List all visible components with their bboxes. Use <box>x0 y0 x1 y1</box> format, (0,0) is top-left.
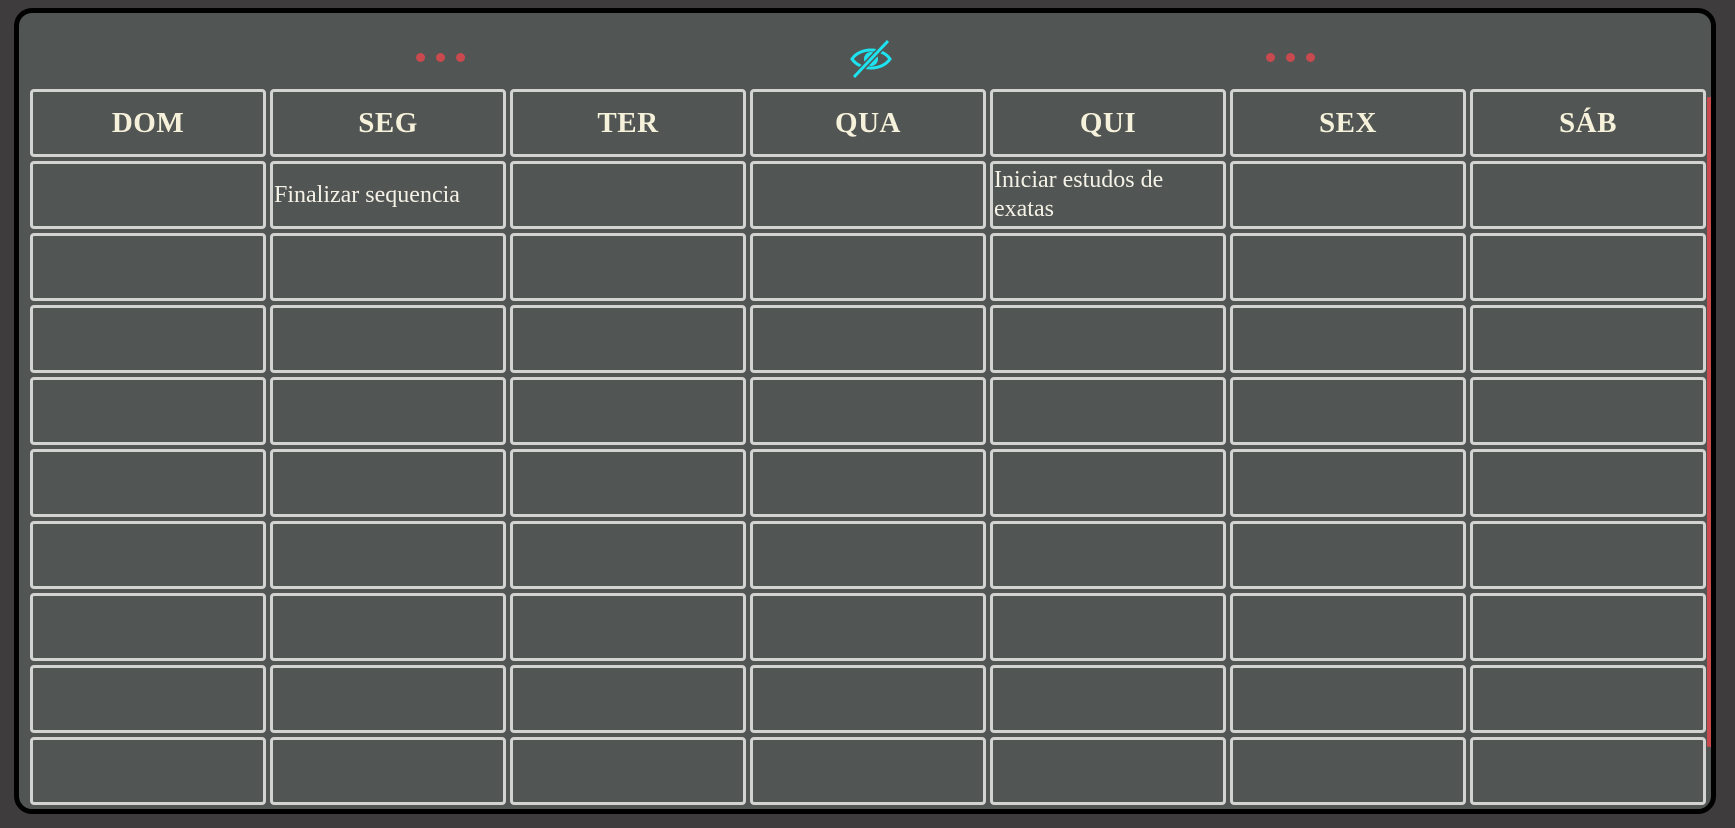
day-cell[interactable] <box>990 737 1226 805</box>
day-cell[interactable] <box>1470 449 1706 517</box>
toolbar <box>19 13 1711 89</box>
day-cell[interactable] <box>1470 737 1706 805</box>
day-cell[interactable] <box>1470 521 1706 589</box>
dot-icon <box>1286 53 1295 62</box>
day-cell[interactable] <box>750 161 986 229</box>
day-cell[interactable]: Finalizar sequencia <box>270 161 506 229</box>
day-cell[interactable] <box>990 665 1226 733</box>
dot-icon <box>416 53 425 62</box>
day-cell[interactable] <box>510 377 746 445</box>
day-cell[interactable] <box>30 593 266 661</box>
calendar-grid: DOM SEG TER QUA QUI SEX SÁB Finalizar sequencia… <box>30 89 1711 805</box>
day-cell[interactable] <box>510 449 746 517</box>
day-cell[interactable] <box>30 305 266 373</box>
calendar-grid-container[interactable]: DOM SEG TER QUA QUI SEX SÁB Finalizar sequencia… <box>30 89 1711 809</box>
weekday-header: QUI <box>990 89 1226 157</box>
day-cell[interactable] <box>30 449 266 517</box>
day-cell[interactable] <box>990 233 1226 301</box>
day-cell[interactable] <box>1230 665 1466 733</box>
day-cell[interactable] <box>750 521 986 589</box>
day-cell[interactable] <box>510 233 746 301</box>
weekday-header: QUA <box>750 89 986 157</box>
weekday-header: SEX <box>1230 89 1466 157</box>
day-cell[interactable] <box>1470 665 1706 733</box>
day-cell[interactable] <box>1470 161 1706 229</box>
day-cell[interactable] <box>510 737 746 805</box>
day-cell[interactable] <box>750 377 986 445</box>
day-cell[interactable] <box>750 449 986 517</box>
weekday-header: TER <box>510 89 746 157</box>
day-cell[interactable] <box>1470 233 1706 301</box>
dot-icon <box>1266 53 1275 62</box>
day-cell[interactable] <box>510 161 746 229</box>
day-cell[interactable] <box>750 233 986 301</box>
day-cell[interactable] <box>270 593 506 661</box>
day-cell[interactable] <box>270 449 506 517</box>
day-cell[interactable] <box>1230 521 1466 589</box>
day-cell[interactable]: Iniciar estudos de exatas <box>990 161 1226 229</box>
day-cell[interactable] <box>1470 593 1706 661</box>
day-cell[interactable] <box>510 521 746 589</box>
day-cell[interactable] <box>30 161 266 229</box>
left-menu-button[interactable] <box>416 53 465 62</box>
day-cell[interactable] <box>1230 737 1466 805</box>
day-cell[interactable] <box>1230 377 1466 445</box>
day-cell[interactable] <box>510 593 746 661</box>
day-cell[interactable] <box>1230 593 1466 661</box>
day-cell[interactable] <box>30 233 266 301</box>
day-cell[interactable] <box>30 521 266 589</box>
day-cell[interactable] <box>990 449 1226 517</box>
day-cell[interactable] <box>1230 449 1466 517</box>
day-cell[interactable] <box>30 665 266 733</box>
weekday-header: DOM <box>30 89 266 157</box>
day-cell[interactable] <box>750 305 986 373</box>
day-cell[interactable] <box>510 305 746 373</box>
right-menu-button[interactable] <box>1266 53 1315 62</box>
day-cell[interactable] <box>270 305 506 373</box>
day-cell[interactable] <box>1230 161 1466 229</box>
day-cell[interactable] <box>990 593 1226 661</box>
dot-icon <box>456 53 465 62</box>
scrollbar[interactable] <box>1707 97 1711 747</box>
dot-icon <box>436 53 445 62</box>
day-cell[interactable] <box>1470 305 1706 373</box>
day-cell[interactable] <box>750 593 986 661</box>
day-cell[interactable] <box>510 665 746 733</box>
day-cell[interactable] <box>990 521 1226 589</box>
day-cell[interactable] <box>270 737 506 805</box>
day-cell[interactable] <box>750 737 986 805</box>
day-cell[interactable] <box>30 377 266 445</box>
day-cell[interactable] <box>990 305 1226 373</box>
day-cell[interactable] <box>270 233 506 301</box>
day-cell[interactable] <box>1230 233 1466 301</box>
calendar-window: DOM SEG TER QUA QUI SEX SÁB Finalizar sequencia… <box>14 8 1716 814</box>
day-cell[interactable] <box>270 665 506 733</box>
day-cell[interactable] <box>1470 377 1706 445</box>
weekday-header: SEG <box>270 89 506 157</box>
weekday-header: SÁB <box>1470 89 1706 157</box>
day-cell[interactable] <box>750 665 986 733</box>
dot-icon <box>1306 53 1315 62</box>
eye-off-icon[interactable] <box>848 37 894 81</box>
day-cell[interactable] <box>1230 305 1466 373</box>
day-cell[interactable] <box>270 521 506 589</box>
day-cell[interactable] <box>30 737 266 805</box>
day-cell[interactable] <box>270 377 506 445</box>
day-cell[interactable] <box>990 377 1226 445</box>
